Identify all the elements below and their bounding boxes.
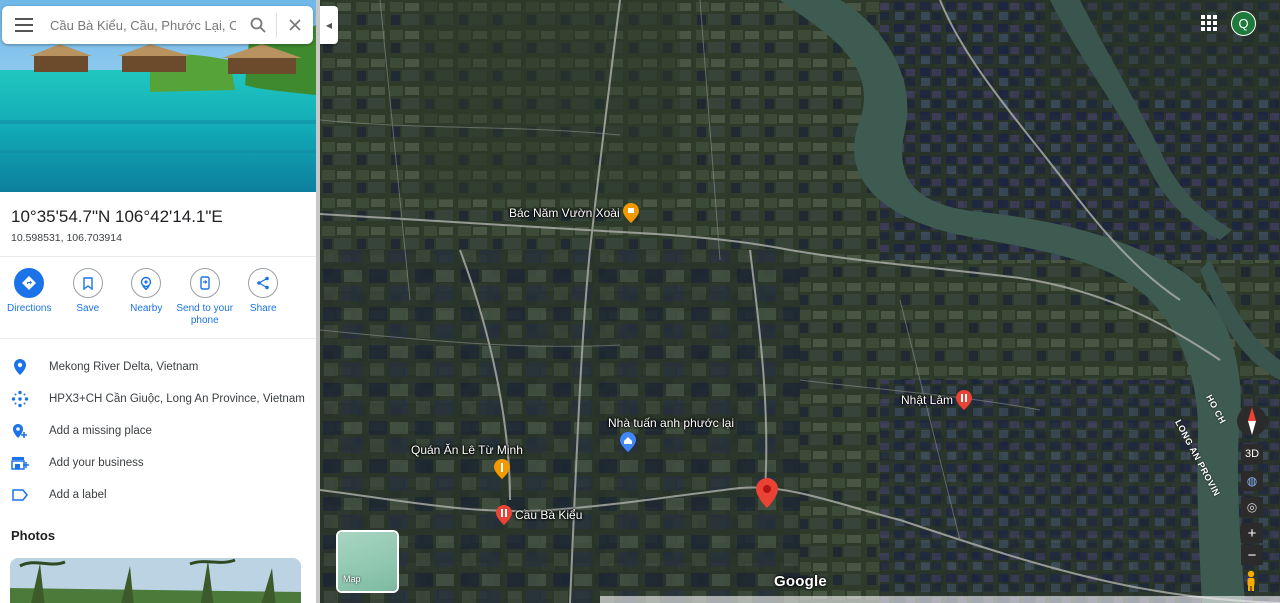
action-label: Save xyxy=(76,303,100,314)
action-label: Nearby xyxy=(130,303,163,314)
panel-scrollbar[interactable] xyxy=(316,0,320,603)
info-row-plus-code[interactable]: HPX3+CH Cần Giuộc, Long An Province, Vie… xyxy=(0,383,316,415)
send-to-phone-button[interactable]: Send to your phone xyxy=(176,268,235,327)
info-text: Add a label xyxy=(49,489,107,501)
share-icon xyxy=(248,268,279,298)
satellite-map[interactable] xyxy=(320,0,1280,603)
compass-icon[interactable] xyxy=(1236,402,1268,440)
poi-label: Nhật Lâm xyxy=(901,393,954,407)
google-logo: Google xyxy=(774,573,827,590)
layer-toggle-label: Map xyxy=(343,574,361,584)
menu-button[interactable] xyxy=(2,6,46,44)
poi-bac-nam-vuon-xoai[interactable]: Bác Năm Vườn Xoài xyxy=(509,203,639,223)
info-row-add-business[interactable]: Add your business xyxy=(0,447,316,479)
business-icon xyxy=(11,457,29,470)
info-text: Mekong River Delta, Vietnam xyxy=(49,361,199,373)
poi-label: Bác Năm Vườn Xoài xyxy=(509,206,620,220)
food-pin-icon[interactable] xyxy=(494,459,510,479)
pegman-icon[interactable] xyxy=(1243,570,1259,592)
poi-nha-tuan-anh-label[interactable]: Nhà tuấn anh phước lại xyxy=(608,416,734,430)
info-text: Add a missing place xyxy=(49,425,152,437)
zoom-in-button[interactable]: + xyxy=(1241,523,1263,543)
action-bar: Directions Save Nearby Send to your phon… xyxy=(0,268,316,327)
globe-view-button[interactable]: ◍ xyxy=(1241,471,1263,491)
divider xyxy=(0,256,316,257)
my-location-button[interactable]: ◎ xyxy=(1241,497,1263,517)
home-pin-icon[interactable] xyxy=(620,432,636,452)
search-box xyxy=(2,6,313,44)
hamburger-menu-icon xyxy=(15,18,33,32)
dropped-pin-icon[interactable] xyxy=(756,478,778,508)
photo-image xyxy=(10,558,301,603)
nearby-button[interactable]: Nearby xyxy=(117,268,176,327)
save-button[interactable]: Save xyxy=(59,268,118,327)
place-decimal-coords[interactable]: 10.598531, 106.703914 xyxy=(11,232,122,244)
info-row-add-label[interactable]: Add a label xyxy=(0,479,316,511)
search-icon xyxy=(250,17,266,33)
chevron-left-icon: ◀ xyxy=(325,20,333,30)
restaurant-pin-icon xyxy=(956,390,973,410)
collapse-panel-button[interactable]: ◀ xyxy=(320,6,338,44)
my-location-icon: ◎ xyxy=(1246,500,1258,514)
info-text: HPX3+CH Cần Giuộc, Long An Province, Vie… xyxy=(49,393,305,405)
divider xyxy=(0,338,316,339)
info-text: Add your business xyxy=(49,457,144,469)
shopping-pin-icon xyxy=(622,203,639,223)
action-label: Share xyxy=(249,303,277,314)
directions-icon xyxy=(14,268,45,298)
side-panel: 10°35'54.7"N 106°42'14.1"E 10.598531, 10… xyxy=(0,0,316,603)
nearby-icon xyxy=(131,268,162,298)
info-row-region[interactable]: Mekong River Delta, Vietnam xyxy=(0,351,316,383)
globe-icon: ◍ xyxy=(1246,474,1258,488)
action-label: Send to your phone xyxy=(176,303,234,326)
apps-grid-icon[interactable] xyxy=(1198,12,1220,34)
zoom-out-button[interactable]: − xyxy=(1241,545,1263,565)
send-to-phone-icon xyxy=(189,268,220,298)
poi-label: Cầu Bà Kiểu xyxy=(515,508,583,522)
search-input[interactable] xyxy=(46,10,240,40)
clear-search-button[interactable] xyxy=(277,6,313,44)
search-button[interactable] xyxy=(240,6,276,44)
close-icon xyxy=(289,19,301,31)
plus-code-icon xyxy=(11,390,29,408)
directions-button[interactable]: Directions xyxy=(0,268,59,327)
poi-cau-ba-kieu[interactable]: Cầu Bà Kiểu xyxy=(496,505,582,525)
bookmark-icon xyxy=(72,268,103,298)
action-label: Directions xyxy=(7,303,52,314)
place-title: 10°35'54.7"N 106°42'14.1"E xyxy=(11,207,223,226)
info-row-add-missing-place[interactable]: Add a missing place xyxy=(0,415,316,447)
restaurant-pin-icon xyxy=(496,505,512,525)
label-icon xyxy=(12,489,28,501)
satellite-imagery xyxy=(320,0,1280,603)
location-pin-icon xyxy=(14,359,26,375)
share-button[interactable]: Share xyxy=(234,268,293,327)
poi-nhat-lam[interactable]: Nhật Lâm xyxy=(901,390,973,410)
poi-quan-an-le-tu-minh-label[interactable]: Quán Ăn Lê Từ Minh xyxy=(411,443,523,457)
photo-thumbnail[interactable] xyxy=(10,558,301,603)
account-avatar[interactable]: Q xyxy=(1231,11,1256,36)
3d-toggle-button[interactable]: 3D xyxy=(1241,444,1263,464)
photos-heading: Photos xyxy=(11,528,56,543)
map-layer-toggle[interactable]: Map xyxy=(336,530,399,593)
map-footer-bar xyxy=(600,596,1280,603)
add-place-icon xyxy=(13,424,27,438)
